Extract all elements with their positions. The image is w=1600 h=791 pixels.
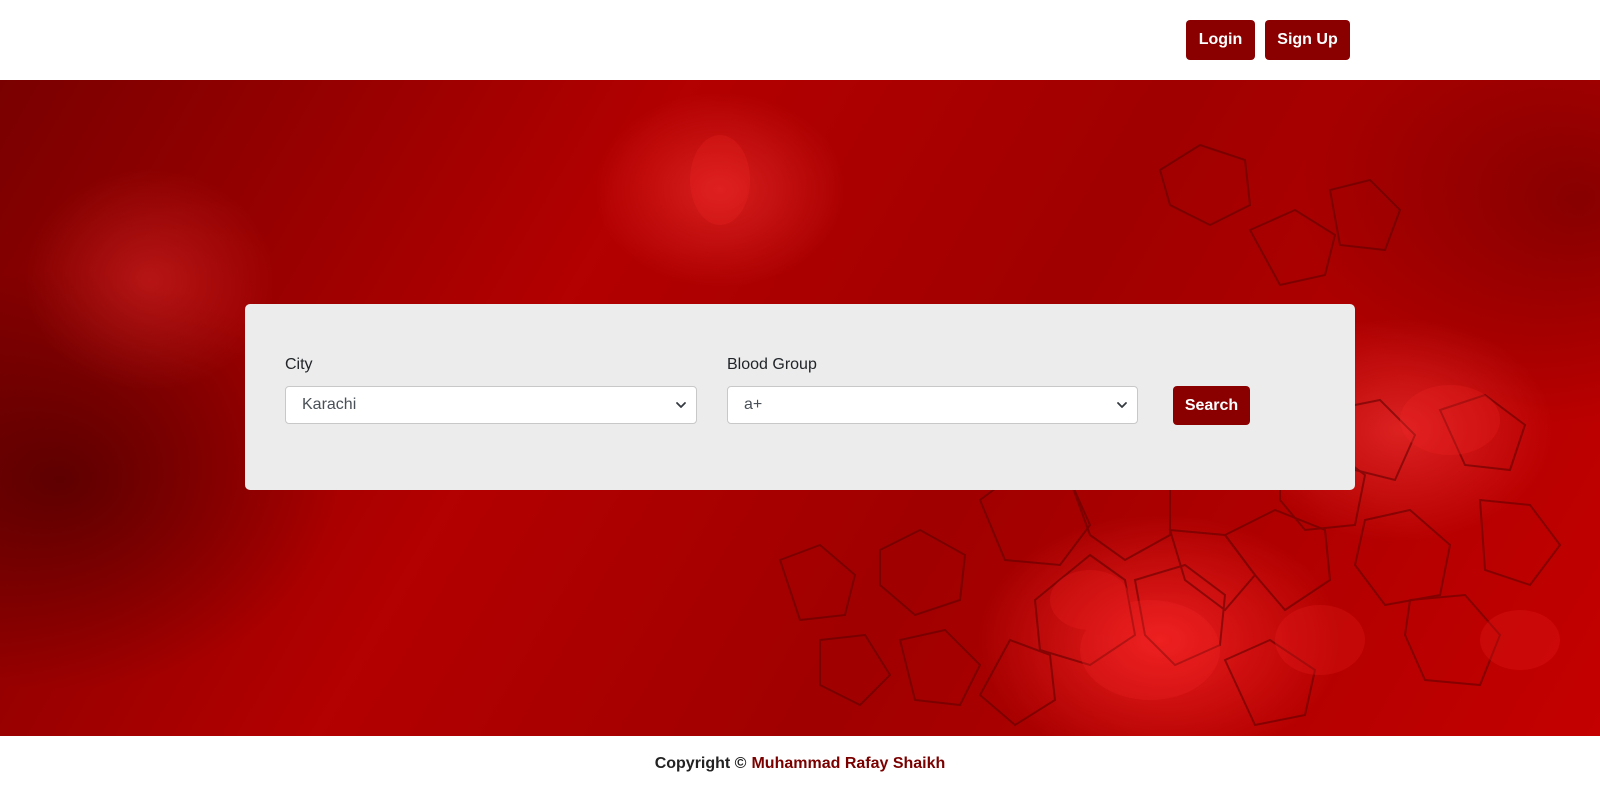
blood-group-select[interactable]: a+: [727, 386, 1138, 424]
city-select[interactable]: Karachi: [285, 386, 697, 424]
signup-button[interactable]: Sign Up: [1265, 20, 1350, 60]
chevron-down-icon: [676, 402, 686, 408]
blood-group-label: Blood Group: [727, 356, 817, 373]
city-selected-value: Karachi: [302, 396, 357, 413]
search-button[interactable]: Search: [1173, 386, 1250, 425]
copyright-text: Copyright ©: [654, 754, 747, 772]
login-button[interactable]: Login: [1186, 20, 1255, 60]
top-navbar: Login Sign Up: [0, 0, 1600, 80]
search-card: City Karachi Blood Group a+ Search: [245, 304, 1355, 490]
chevron-down-icon: [1117, 402, 1127, 408]
footer: Copyright © Muhammad Rafay Shaikh: [0, 736, 1600, 791]
blood-group-selected-value: a+: [744, 396, 763, 413]
hero-background: City Karachi Blood Group a+ Search: [0, 80, 1600, 736]
city-label: City: [285, 356, 313, 373]
author-link[interactable]: Muhammad Rafay Shaikh: [751, 755, 945, 773]
